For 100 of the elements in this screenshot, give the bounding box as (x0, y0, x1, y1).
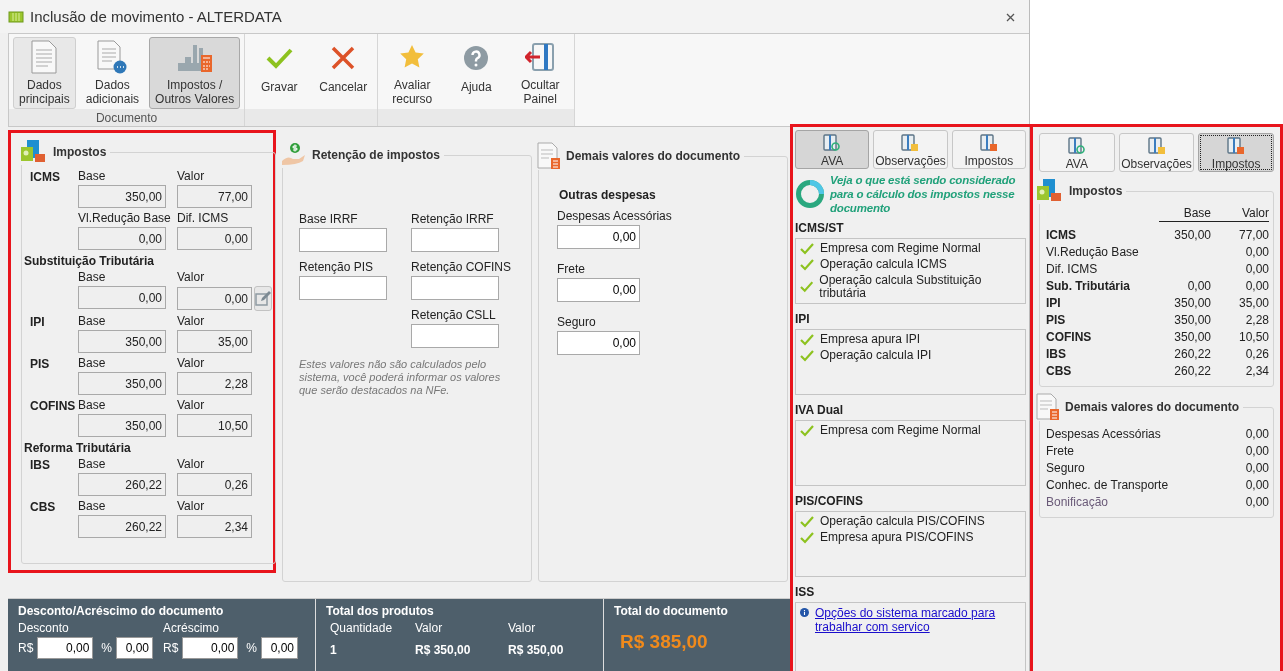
panel-tab[interactable]: AVA (795, 130, 870, 169)
section-title: ICMS/ST (795, 221, 845, 235)
value-field[interactable]: 0,00 (177, 227, 252, 250)
note-text: Estes valores não são calculados pelo sistema, você poderá informar os valores que serão destacados na NFe. (299, 358, 502, 397)
check-item-text: Operação calcula IPI (820, 349, 932, 362)
row-label: COFINS (1046, 330, 1093, 344)
row-label: Sub. Tributária (1046, 279, 1131, 293)
section-title: Reforma Tributária (24, 441, 132, 455)
value-field[interactable]: 260,22 (78, 515, 166, 538)
row-label: Conhec. de Transporte (1046, 478, 1170, 492)
ribbon-button[interactable]: Gravar (249, 37, 310, 109)
group-title: Impostos (53, 145, 107, 159)
close-icon (330, 45, 357, 71)
section-title: ISS (795, 585, 816, 599)
input-field[interactable]: 0,00 (557, 225, 640, 249)
value-field[interactable]: 350,00 (78, 185, 166, 208)
ribbon-button[interactable]: Avaliar recurso (382, 37, 443, 109)
value-field[interactable]: 350,00 (78, 372, 166, 395)
value-field[interactable]: 2,34 (177, 515, 252, 538)
value-field[interactable]: 2,28 (177, 372, 252, 395)
percent-field[interactable]: 0,00 (116, 637, 153, 659)
field-label: Retenção IRRF (411, 212, 495, 226)
value-field[interactable]: 0,00 (177, 287, 252, 310)
table-cell-text: 260,22 (1173, 364, 1211, 378)
input-field[interactable] (299, 276, 387, 300)
tax-label: PIS (30, 356, 51, 373)
input-field[interactable] (411, 276, 499, 300)
field-label: Seguro (557, 315, 597, 329)
panel-tab[interactable]: Impostos (1198, 133, 1274, 172)
amount-field[interactable]: 0,00 (182, 637, 239, 659)
edit-button[interactable] (254, 286, 272, 311)
tax-cards-icon (20, 139, 48, 165)
table-cell-text: 77,00 (1237, 228, 1269, 242)
value-field[interactable]: 0,00 (78, 286, 166, 309)
value-field[interactable]: 350,00 (78, 414, 166, 437)
field-label: Base (78, 398, 107, 412)
group-title: Demais valores do documento (566, 149, 741, 163)
value-field[interactable]: 77,00 (177, 185, 252, 208)
input-field[interactable]: 0,00 (557, 278, 640, 302)
row-label: PIS (1046, 313, 1067, 327)
field-label: Base IRRF (299, 212, 359, 226)
document-icon (97, 40, 128, 74)
panel-tab[interactable]: Observações (873, 130, 948, 169)
value-field[interactable]: 0,26 (177, 473, 252, 496)
ribbon-button[interactable]: Dados principais (13, 37, 76, 109)
input-field[interactable] (411, 228, 499, 252)
input-field[interactable]: 0,00 (557, 331, 640, 355)
check-item-text: Empresa apura IPI (820, 333, 921, 346)
app-icon (8, 10, 24, 23)
field-label: Valor (177, 398, 206, 412)
table-cell-text: 0,00 (1244, 245, 1269, 259)
row-label: Vl.Redução Base (1046, 245, 1140, 259)
panel-icon (979, 134, 998, 152)
field-label: Frete (557, 262, 586, 276)
field-label: Base (78, 169, 107, 183)
field-label: Base (78, 270, 107, 284)
input-field[interactable] (411, 324, 499, 348)
amount-field[interactable]: 0,00 (37, 637, 94, 659)
tax-label: COFINS (30, 398, 77, 415)
field-label: Base (78, 499, 107, 513)
exit-panel-icon (525, 42, 556, 72)
headline-text: Veja o que está sendo considerado para o cálculo dos impostos nesse documento (830, 173, 1017, 215)
value-field[interactable]: 260,22 (78, 473, 166, 496)
row-label: Frete (1046, 444, 1075, 458)
value-field[interactable]: 350,00 (78, 330, 166, 353)
table-cell-text: 0,00 (1244, 262, 1269, 276)
field-label: Desconto (18, 621, 70, 635)
table-cell-text: 0,00 (1244, 495, 1269, 509)
section-title: PIS/COFINS (795, 494, 864, 508)
table-cell-text: 260,22 (1173, 347, 1211, 361)
table-cell-text: 2,34 (1244, 364, 1269, 378)
settings-link[interactable]: Opções do sistema marcado para trabalhar com servico (815, 606, 1021, 634)
value-field[interactable]: 35,00 (177, 330, 252, 353)
table-cell-text: 350,00 (1173, 228, 1211, 242)
ribbon-button[interactable]: Dados adicionais (79, 37, 146, 109)
field-label: Valor (177, 457, 206, 471)
ribbon-button[interactable]: Impostos / Outros Valores (149, 37, 241, 109)
panel-tab[interactable]: Impostos (951, 130, 1026, 169)
tax-label: CBS (30, 499, 57, 516)
table-cell-text: 350,00 (1173, 296, 1211, 310)
field-label: Base (78, 457, 107, 471)
tax-cards-icon (1036, 178, 1064, 204)
panel-tab[interactable]: AVA (1039, 133, 1115, 172)
value-field[interactable]: 10,50 (177, 414, 252, 437)
row-label: Dif. ICMS (1046, 262, 1099, 276)
input-field[interactable] (299, 228, 387, 252)
value-field[interactable]: 0,00 (78, 227, 166, 250)
window-title: Inclusão de movimento - ALTERDATA (30, 8, 283, 25)
panel-tab[interactable]: Observações (1118, 133, 1195, 172)
section-title: Substituição Tributária (24, 254, 156, 268)
ribbon-button[interactable]: Ajuda (446, 37, 507, 109)
check-item-text: Empresa com Regime Normal (820, 424, 981, 437)
ribbon-button[interactable]: Ocultar Painel (510, 37, 571, 109)
field-label: Retenção PIS (299, 260, 375, 274)
ribbon-button[interactable]: Cancelar (313, 37, 374, 109)
ring-icon (795, 179, 825, 209)
group-title: Retenção de impostos (312, 148, 441, 162)
section-title: Desconto/Acréscimo do documento (18, 604, 225, 618)
percent-field[interactable]: 0,00 (261, 637, 299, 659)
panel-icon (901, 134, 920, 152)
